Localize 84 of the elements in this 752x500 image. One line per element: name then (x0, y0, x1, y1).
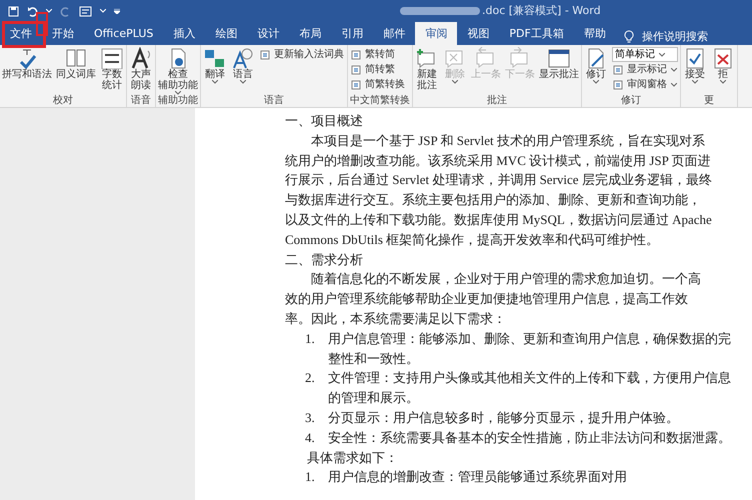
ribbon-tab[interactable]: 布局 (289, 22, 332, 45)
ribbon-button[interactable]: 简转繁 (350, 62, 406, 77)
command-icon (613, 80, 623, 90)
group-label: 修订 (620, 94, 642, 107)
ribbon-button[interactable]: 检查 辅助功能 (158, 47, 198, 95)
group-label: 语言 (263, 94, 285, 107)
caret-icon (692, 80, 698, 84)
ribbon-tab[interactable]: 引用 (331, 22, 374, 45)
ribbon-button[interactable]: 拒 (711, 47, 735, 84)
caret-icon (240, 80, 246, 84)
ribbon-tab[interactable]: OfficePLUS (84, 22, 164, 45)
group-label: 校对 (52, 94, 74, 107)
language-icon (231, 47, 255, 69)
customize-icon[interactable] (114, 8, 120, 14)
read-aloud-icon (129, 47, 153, 69)
list-item-text: 用户信息的增删改查：管理员能够通过系统界面对用 (328, 468, 627, 486)
ribbon-tab[interactable]: 审阅 (415, 22, 458, 45)
lightbulb-icon (624, 30, 634, 44)
group-label: 更 (703, 94, 715, 107)
caret-icon (671, 68, 677, 72)
ribbon-button[interactable]: 审阅窗格 (612, 77, 678, 92)
caret-icon (671, 82, 677, 86)
ribbon-tab[interactable]: 插入 (163, 22, 206, 45)
ribbon-button[interactable]: 显示批注 (539, 47, 579, 80)
redo-icon[interactable] (60, 6, 71, 16)
list-number: 2. (305, 369, 316, 388)
command-icon (351, 50, 361, 60)
ribbon-button[interactable]: 更新输入法词典 (259, 47, 345, 62)
command-icon (351, 80, 361, 90)
command-icon (260, 50, 270, 60)
ribbon-button[interactable]: 显示标记 (612, 62, 678, 77)
group-label: 辅助功能 (158, 94, 198, 107)
caret-icon (659, 52, 665, 56)
ribbon-tab[interactable]: PDF工具箱 (499, 22, 574, 45)
ribbon-button[interactable]: 繁转简 (350, 47, 406, 62)
ribbon-button[interactable]: 拼写和语法 (2, 47, 52, 80)
command-icon (351, 64, 361, 74)
ribbon-button[interactable]: 简繁转换 (350, 77, 406, 92)
translate-icon (203, 47, 227, 69)
ribbon-button[interactable]: 修订 (584, 47, 608, 84)
window-title: .doc [兼容模式] - Word (482, 4, 601, 17)
ribbon-button[interactable]: 大声 朗读 (129, 47, 153, 91)
ribbon-button[interactable]: 接受 (683, 47, 707, 84)
list-number: 1. (305, 330, 316, 348)
ribbon-tab[interactable]: 开始 (42, 22, 84, 45)
ribbon-button[interactable]: 字数 统计 (100, 47, 124, 91)
search-field[interactable]: 操作说明搜索 (642, 28, 708, 45)
section-heading: 二、需求分析 (285, 250, 364, 269)
list-item-text: 文件管理：支持用户头像或其他相关文件的上传和下载，方便用户信息的管理和展示。 (328, 369, 732, 408)
ribbon-button[interactable]: 翻译 (203, 47, 227, 84)
save-icon[interactable] (8, 6, 19, 16)
list-number: 4. (305, 428, 316, 447)
group-label: 中文简繁转换 (350, 94, 410, 107)
paragraph: 具体需求如下： (306, 448, 399, 467)
paragraph: 随着信息化的不断发展，企业对于用户管理的需求愈加迫切。一个高效的用户管理系统能够帮助企业更加便捷地管理用户信息，提高工作效率。因此，本系统需要满足以下需求： (285, 270, 702, 328)
ribbon-tab[interactable]: 文件 (0, 22, 42, 45)
undo-icon[interactable] (27, 6, 38, 16)
ribbon-button[interactable]: 同义词库 (56, 47, 96, 80)
list-item-text: 安全性：系统需要具备基本的安全性措施，防止非法访问和数据泄露。 (328, 428, 731, 447)
caret-icon[interactable] (46, 9, 52, 13)
paragraph: 本项目是一个基于 JSP 和 Servlet 技术的用户管理系统，旨在实现对系统用户的增删改查功能。该系统采用 MVC 设计模式，前端使用 JSP 页面进行展示，后台通过 Servlet 处理请求，并调用 Service 层完成业务逻辑，最终与数据库进行交互。系统主要包括用户的添加、删除、更新和查询功能，以及文件的上传和下载功能。数据库使用 MySQL，数据访问层通过 Apache Commons DbUtils 框架简化操作，提高开发效率和代码可维护性。 (285, 132, 713, 249)
caret-icon[interactable] (100, 9, 106, 13)
caret-icon (452, 80, 458, 84)
ribbon-tab[interactable]: 视图 (457, 22, 500, 45)
caret-icon (720, 80, 726, 84)
group-label: 语音 (130, 94, 152, 107)
caret-icon (593, 80, 599, 84)
list-number: 1. (305, 468, 316, 486)
form-icon[interactable] (79, 6, 92, 16)
list-item-text: 分页显示：用户信息较多时，能够分页显示，提升用户体验。 (328, 408, 679, 427)
caret-icon (212, 80, 218, 84)
group-label: 批注 (486, 94, 508, 107)
ribbon-tab[interactable]: 邮件 (373, 22, 416, 45)
list-number: 3. (305, 408, 316, 427)
ribbon-tab[interactable]: 绘图 (205, 22, 248, 45)
section-heading: 一、项目概述 (285, 112, 364, 130)
ribbon-tab[interactable]: 设计 (247, 22, 290, 45)
markup-dropdown[interactable]: 简单标记 (612, 47, 678, 62)
caret-icon (175, 91, 181, 95)
ribbon-tab[interactable]: 帮助 (574, 22, 616, 45)
list-item-text: 用户信息管理：能够添加、删除、更新和查询用户信息，确保数据的完整性和一致性。 (328, 330, 732, 368)
ribbon-button[interactable]: 语言 (231, 47, 255, 84)
ribbon-button[interactable]: 新建 批注 (415, 47, 439, 91)
command-icon (613, 64, 623, 74)
